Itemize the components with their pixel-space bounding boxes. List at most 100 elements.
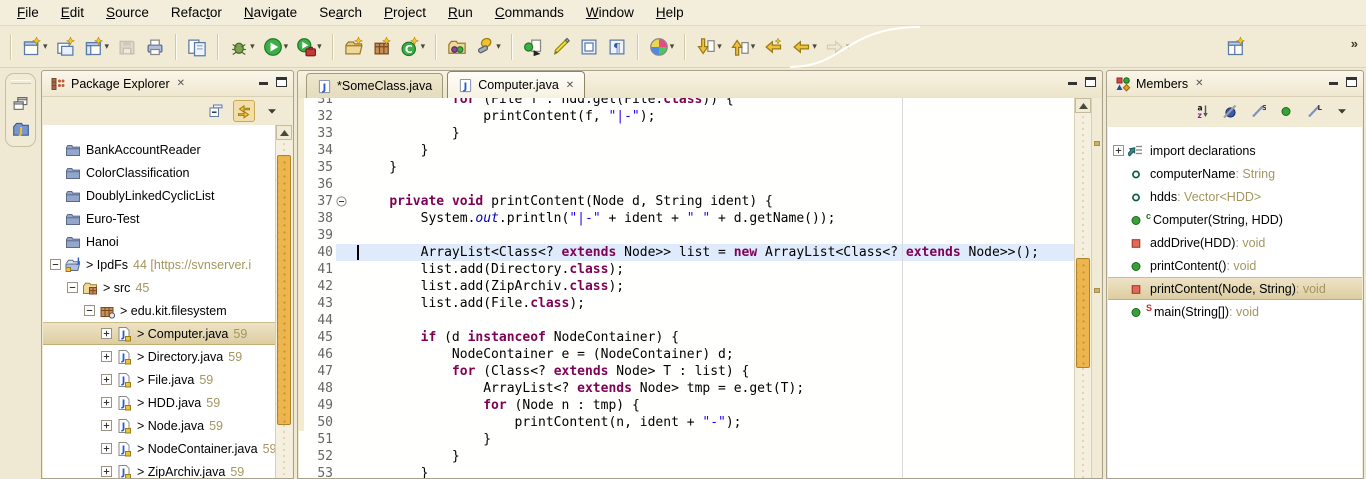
java-perspective-icon[interactable]: J xyxy=(12,120,30,138)
toolbar-next-annotation-button[interactable]: ▾ xyxy=(692,33,726,61)
tree-item[interactable]: J> Directory.java59 xyxy=(43,345,275,368)
overview-ruler[interactable] xyxy=(1091,98,1101,478)
menu-project[interactable]: Project xyxy=(373,2,437,23)
toolbar-forward-button[interactable]: ▾ xyxy=(821,33,855,61)
close-view-icon[interactable]: ✕ xyxy=(177,78,185,89)
toolbar-show-frame-button[interactable] xyxy=(575,33,603,61)
members-tab[interactable]: Members ✕ xyxy=(1107,71,1211,97)
toolbar-external-tools-button[interactable]: ▾ xyxy=(292,33,326,61)
package-explorer-scrollbar[interactable] xyxy=(275,125,292,478)
fast-view-handle[interactable] xyxy=(11,80,31,84)
maximize-editor-button[interactable] xyxy=(1085,77,1096,87)
toolbar-snippet-button[interactable] xyxy=(519,33,547,61)
member-item[interactable]: printContent(Node, String) : void xyxy=(1108,277,1362,300)
toolbar-copy-docs-button[interactable] xyxy=(183,33,211,61)
member-item[interactable]: import declarations xyxy=(1108,139,1362,162)
expand-toggle-icon[interactable] xyxy=(1112,144,1125,157)
tree-item[interactable]: J> ZipArchiv.java59 xyxy=(43,460,275,478)
toolbar-open-perspective-button[interactable] xyxy=(1222,33,1250,61)
member-item[interactable]: cComputer(String, HDD) xyxy=(1108,208,1362,231)
tree-item[interactable]: J> NodeContainer.java59 xyxy=(43,437,275,460)
menu-source[interactable]: Source xyxy=(95,2,160,23)
collapse-all-button[interactable] xyxy=(205,100,227,122)
dropdown-arrow-icon[interactable]: ▾ xyxy=(284,41,289,52)
toolbar-back-button[interactable]: ▾ xyxy=(787,33,821,61)
toolbar-new-view-button[interactable]: ▾ xyxy=(80,33,114,61)
minimize-view-button[interactable] xyxy=(259,77,268,85)
dropdown-arrow-icon[interactable]: ▾ xyxy=(846,41,851,52)
tree-item[interactable]: J> File.java59 xyxy=(43,368,275,391)
fold-collapse-icon[interactable] xyxy=(336,196,347,207)
toolbar-new-editor-button[interactable] xyxy=(52,33,80,61)
expand-toggle-icon[interactable] xyxy=(100,442,113,455)
scrollbar-thumb[interactable] xyxy=(277,155,291,425)
view-menu-button[interactable] xyxy=(261,100,283,122)
collapse-toggle-icon[interactable] xyxy=(66,281,79,294)
tree-item[interactable]: Hanoi xyxy=(43,230,275,253)
tree-item[interactable]: DoublyLinkedCyclicList xyxy=(43,184,275,207)
tree-item[interactable]: Euro-Test xyxy=(43,207,275,230)
menu-window[interactable]: Window xyxy=(575,2,645,23)
expand-toggle-icon[interactable] xyxy=(100,465,113,478)
dropdown-arrow-icon[interactable]: ▾ xyxy=(670,41,675,52)
toolbar-open-type-button[interactable] xyxy=(443,33,471,61)
view-menu-button[interactable] xyxy=(1331,100,1353,122)
tree-item[interactable]: > src45 xyxy=(43,276,275,299)
restore-perspective-icon[interactable] xyxy=(12,95,29,112)
scroll-up-button[interactable] xyxy=(276,125,292,140)
toolbar-new-class-button[interactable]: C▾ xyxy=(396,33,430,61)
minimize-view-button[interactable] xyxy=(1329,77,1338,85)
toolbar-print-button[interactable] xyxy=(141,33,169,61)
expand-toggle-icon[interactable] xyxy=(100,350,113,363)
scrollbar-thumb[interactable] xyxy=(1076,258,1090,368)
expand-toggle-icon[interactable] xyxy=(100,373,113,386)
expand-toggle-icon[interactable] xyxy=(100,396,113,409)
member-item[interactable]: addDrive(HDD) : void xyxy=(1108,231,1362,254)
tree-item[interactable]: J> Node.java59 xyxy=(43,414,275,437)
member-item[interactable]: computerName : String xyxy=(1108,162,1362,185)
hide-local-types-button[interactable]: L xyxy=(1303,100,1325,122)
toolbar-overflow-chevron[interactable]: » xyxy=(1351,36,1358,51)
collapse-toggle-icon[interactable] xyxy=(49,258,62,271)
member-item[interactable]: Smain(String[]) : void xyxy=(1108,300,1362,323)
maximize-view-button[interactable] xyxy=(1346,77,1357,87)
show-public-button[interactable] xyxy=(1275,100,1297,122)
menu-run[interactable]: Run xyxy=(437,2,484,23)
sort-button[interactable]: az xyxy=(1191,100,1213,122)
dropdown-arrow-icon[interactable]: ▾ xyxy=(105,41,110,52)
menu-edit[interactable]: Edit xyxy=(50,2,95,23)
expand-toggle-icon[interactable] xyxy=(100,419,113,432)
expand-toggle-icon[interactable] xyxy=(100,327,113,340)
tree-item[interactable]: J> IpdFs44 [https://svnserver.i xyxy=(43,253,275,276)
dropdown-arrow-icon[interactable]: ▾ xyxy=(812,41,817,52)
toolbar-new-java-project-button[interactable] xyxy=(340,33,368,61)
close-view-icon[interactable]: ✕ xyxy=(1195,78,1203,89)
menu-refactor[interactable]: Refactor xyxy=(160,2,233,23)
toolbar-show-whitespace-button[interactable]: ¶ xyxy=(603,33,631,61)
member-item[interactable]: hdds : Vector<HDD> xyxy=(1108,185,1362,208)
member-item[interactable]: printContent() : void xyxy=(1108,254,1362,277)
toolbar-new-wizard-button[interactable]: ▾ xyxy=(18,33,52,61)
menu-commands[interactable]: Commands xyxy=(484,2,575,23)
menu-navigate[interactable]: Navigate xyxy=(233,2,308,23)
dropdown-arrow-icon[interactable]: ▾ xyxy=(496,41,501,52)
link-with-editor-button[interactable] xyxy=(233,100,255,122)
hide-static-button[interactable]: S xyxy=(1247,100,1269,122)
dropdown-arrow-icon[interactable]: ▾ xyxy=(317,41,322,52)
toolbar-last-edit-button[interactable] xyxy=(759,33,787,61)
tree-item[interactable]: BankAccountReader xyxy=(43,138,275,161)
scroll-up-button[interactable] xyxy=(1075,98,1091,113)
toolbar-save-button[interactable] xyxy=(113,33,141,61)
minimize-editor-button[interactable] xyxy=(1068,77,1077,85)
menu-help[interactable]: Help xyxy=(645,2,695,23)
toolbar-debug-button[interactable]: ▾ xyxy=(225,33,259,61)
editor-tab-SomeClass.java[interactable]: J*SomeClass.java xyxy=(306,73,443,98)
toolbar-run-button[interactable]: ▾ xyxy=(259,33,293,61)
dropdown-arrow-icon[interactable]: ▾ xyxy=(717,41,722,52)
maximize-view-button[interactable] xyxy=(276,77,287,87)
dropdown-arrow-icon[interactable]: ▾ xyxy=(43,41,48,52)
editor-scrollbar[interactable] xyxy=(1074,98,1091,478)
folding-column[interactable] xyxy=(336,193,350,210)
collapse-toggle-icon[interactable] xyxy=(83,304,96,317)
tree-item[interactable]: J> Computer.java59 xyxy=(43,322,275,345)
